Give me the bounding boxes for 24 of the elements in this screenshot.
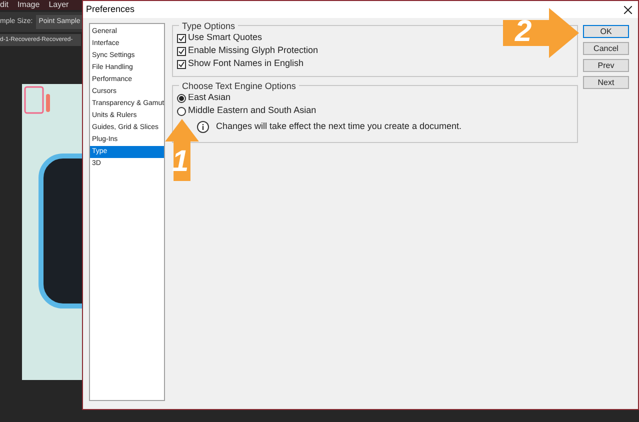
checkbox-label: Use Smart Quotes (188, 31, 262, 44)
menu-item[interactable]: Image (17, 0, 40, 10)
dialog-button[interactable]: Next (583, 76, 629, 89)
radio-label: East Asian (188, 91, 231, 104)
radio-button[interactable] (177, 106, 186, 116)
menu-item[interactable]: Layer (48, 0, 69, 10)
radio-button[interactable] (177, 94, 186, 102)
checkbox[interactable] (177, 34, 186, 42)
checkbox-label: Enable Missing Glyph Protection (188, 44, 318, 58)
dialog-button[interactable]: Cancel (583, 42, 629, 55)
checkbox-label: Show Font Names in English (188, 57, 304, 70)
close-icon[interactable] (624, 6, 632, 14)
menu-item[interactable]: dit (0, 0, 8, 10)
group-title: Type Options (179, 20, 238, 34)
dialog-button[interactable]: Prev (583, 59, 629, 72)
checkbox[interactable] (177, 46, 186, 56)
group-title: Choose Text Engine Options (179, 80, 299, 94)
info-icon (197, 120, 209, 133)
checkbox[interactable] (177, 60, 186, 68)
radio-label: Middle Eastern and South Asian (188, 104, 316, 118)
dialog-title: Preferences (86, 2, 135, 16)
step-number: 2 (515, 17, 532, 47)
dialog-button[interactable]: OK (583, 25, 629, 38)
info-note: Changes will take effect the next time you create a document. (216, 120, 462, 133)
